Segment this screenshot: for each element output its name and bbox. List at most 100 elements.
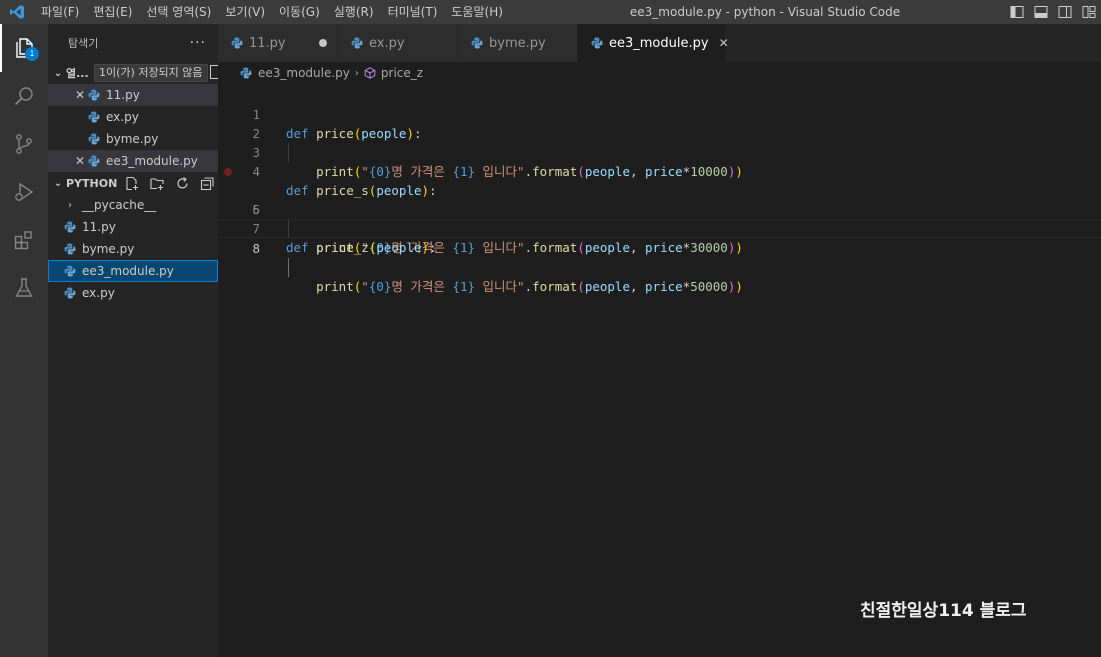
extensions-button[interactable] [0, 216, 48, 264]
tree-item-name: __pycache__ [82, 198, 157, 212]
code-line: 3 [218, 124, 1101, 160]
menu-help[interactable]: 도움말(H) [444, 0, 510, 24]
tree-file-item[interactable]: byme.py [48, 238, 218, 260]
unsaved-tooltip: 1이(가) 저장되지 않음 [94, 64, 208, 82]
tab-11-py[interactable]: 11.py [218, 24, 338, 62]
menu-view[interactable]: 보기(V) [218, 0, 272, 24]
close-icon[interactable]: ✕ [719, 36, 729, 50]
blog-watermark: 친절한일상114 블로그 [860, 601, 1027, 621]
explorer-sidebar: 탐색기 ··· ⌄ 열... 1이(가) 저장되지 않음 ✕ 11.py ex.… [48, 24, 218, 657]
editor-tab-bar: 11.py ex.py byme.py ee3_module.py ✕ [218, 24, 1101, 62]
python-file-icon [351, 37, 363, 49]
menu-go[interactable]: 이동(G) [272, 0, 327, 24]
code-line: 5 print("{0}명 가격은 {1} 입니다".format(people… [218, 162, 1101, 255]
chevron-down-icon: ⌄ [53, 67, 63, 79]
open-editor-item[interactable]: ✕ ee3_module.py [48, 150, 218, 172]
code-line: 4 def price_s(people): [218, 143, 1101, 198]
collapse-all-icon[interactable] [199, 175, 215, 191]
close-icon[interactable]: ✕ [72, 88, 88, 102]
python-file-icon [64, 287, 76, 299]
breadcrumb-file[interactable]: ee3_module.py [258, 66, 350, 80]
tree-file-item[interactable]: ex.py [48, 282, 218, 304]
code-line: 1 def price(people): [218, 86, 1101, 141]
activity-bar: 1 [0, 24, 48, 657]
code-text: print("{0}명 가격은 {1} 입니다".format(people, … [316, 279, 743, 294]
tree-file-item-selected[interactable]: ee3_module.py [48, 260, 218, 282]
tree-item-name: byme.py [82, 242, 135, 256]
window-title: ee3_module.py - python - Visual Studio C… [629, 5, 901, 19]
new-file-icon[interactable] [124, 175, 140, 191]
run-debug-button[interactable] [0, 168, 48, 216]
menu-terminal[interactable]: 터미널(T) [381, 0, 445, 24]
open-editors-label: 열... [66, 67, 89, 80]
open-editor-name: ex.py [106, 110, 139, 124]
testing-button[interactable] [0, 264, 48, 312]
python-file-icon [64, 221, 76, 233]
tab-byme-py[interactable]: byme.py [458, 24, 578, 62]
folder-header[interactable]: ⌄ PYTHON [48, 172, 218, 194]
tab-label: ee3_module.py [609, 35, 709, 51]
python-file-icon [240, 67, 252, 79]
explorer-badge: 1 [25, 47, 39, 61]
code-editor[interactable]: 1 def price(people): 2 print("{0}명 가격은 {… [218, 84, 1101, 657]
tab-ee3-module-py[interactable]: ee3_module.py ✕ [578, 24, 729, 62]
new-folder-icon[interactable] [149, 175, 165, 191]
python-file-icon [88, 111, 100, 123]
explorer-button[interactable]: 1 [0, 24, 48, 72]
title-bar: 파일(F) 편집(E) 선택 영역(S) 보기(V) 이동(G) 실행(R) 터… [0, 0, 1101, 24]
explorer-header: 탐색기 ··· [48, 24, 218, 62]
toggle-panel-icon[interactable] [1029, 0, 1053, 24]
toggle-primary-sidebar-icon[interactable] [1005, 0, 1029, 24]
menu-selection[interactable]: 선택 영역(S) [139, 0, 218, 24]
open-editors-header[interactable]: ⌄ 열... 1이(가) 저장되지 않음 [48, 62, 218, 84]
tab-ex-py[interactable]: ex.py [338, 24, 458, 62]
breadcrumb-symbol[interactable]: price_z [381, 66, 423, 80]
folder-actions [124, 175, 215, 191]
chevron-right-icon: › [68, 199, 72, 211]
open-editor-name: 11.py [106, 88, 140, 102]
more-actions-button[interactable]: ··· [190, 35, 206, 51]
open-editor-item[interactable]: ✕ 11.py [48, 84, 218, 106]
toggle-secondary-sidebar-icon[interactable] [1053, 0, 1077, 24]
search-button[interactable] [0, 72, 48, 120]
open-editor-item[interactable]: byme.py [48, 128, 218, 150]
line-number: 8 [252, 241, 260, 256]
python-file-icon [88, 133, 100, 145]
code-line-current: 8 print("{0}명 가격은 {1} 입니다".format(people… [218, 219, 1101, 294]
open-editor-item[interactable]: ex.py [48, 106, 218, 128]
menu-bar: 파일(F) 편집(E) 선택 영역(S) 보기(V) 이동(G) 실행(R) 터… [34, 0, 510, 24]
chevron-down-icon: ⌄ [53, 177, 63, 189]
unsaved-dot-icon[interactable] [319, 39, 327, 47]
code-line: 7 def price_z(people): [218, 200, 1101, 255]
folder-item-pycache[interactable]: › __pycache__ [48, 194, 218, 216]
code-line: 6 [218, 181, 1101, 217]
menu-edit[interactable]: 편집(E) [86, 0, 139, 24]
menu-file[interactable]: 파일(F) [34, 0, 86, 24]
tree-file-item[interactable]: 11.py [48, 216, 218, 238]
flask-icon [15, 278, 33, 297]
tree-item-name: 11.py [82, 220, 116, 234]
python-file-icon [64, 243, 76, 255]
toolbar-edge-icon [210, 65, 218, 79]
layout-controls [1005, 0, 1101, 24]
run-debug-icon [15, 182, 34, 202]
refresh-icon[interactable] [174, 175, 190, 191]
breakpoint-hint-icon[interactable] [224, 168, 232, 176]
symbol-method-icon [364, 67, 376, 79]
tree-item-name: ee3_module.py [82, 264, 174, 278]
python-file-icon [591, 37, 603, 49]
menu-run[interactable]: 실행(R) [327, 0, 381, 24]
python-file-icon [88, 89, 100, 101]
tab-label: 11.py [249, 35, 286, 51]
breadcrumb: ee3_module.py › price_z [218, 62, 1101, 84]
source-control-button[interactable] [0, 120, 48, 168]
close-icon[interactable]: ✕ [72, 154, 88, 168]
extensions-icon [14, 231, 32, 250]
python-file-icon [471, 37, 483, 49]
tree-item-name: ex.py [82, 286, 115, 300]
python-file-icon [88, 155, 100, 167]
tab-label: ex.py [369, 35, 405, 51]
chevron-right-icon: › [354, 67, 359, 79]
customize-layout-icon[interactable] [1077, 0, 1101, 24]
python-file-icon [231, 37, 243, 49]
